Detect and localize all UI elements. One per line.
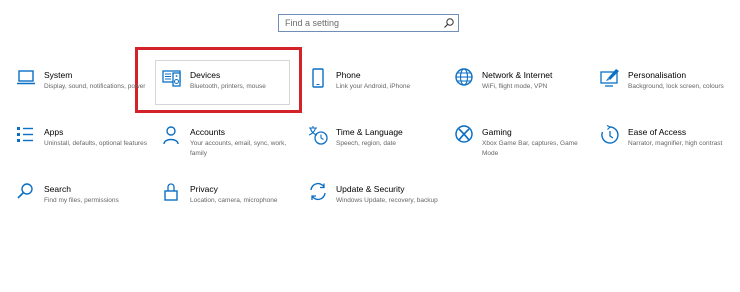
tile-title: Gaming <box>482 127 512 137</box>
update-sync-icon <box>308 182 330 204</box>
tile-title: Network & Internet <box>482 70 553 80</box>
tile-title: Search <box>44 184 71 194</box>
settings-tile-personalisation[interactable]: Personalisation Background, lock screen,… <box>600 68 740 120</box>
tile-title: Apps <box>44 127 64 137</box>
paint-brush-icon <box>600 68 622 90</box>
tile-description: Xbox Game Bar, captures, Game Mode <box>482 140 578 157</box>
search-input[interactable] <box>279 15 439 31</box>
tile-description: Find my files, permissions <box>44 197 119 204</box>
settings-tile-apps[interactable]: Apps Uninstall, defaults, optional featu… <box>16 125 161 177</box>
settings-search-box[interactable] <box>278 14 459 32</box>
apps-list-icon <box>16 125 38 147</box>
keyboard-speaker-icon <box>162 68 184 90</box>
settings-tile-update-security[interactable]: Update & Security Windows Update, recove… <box>308 182 453 234</box>
tile-description: Windows Update, recovery, backup <box>336 197 438 204</box>
settings-tile-search[interactable]: Search Find my files, permissions <box>16 182 161 234</box>
settings-tile-system[interactable]: System Display, sound, notifications, po… <box>16 68 161 120</box>
tile-title: Phone <box>336 70 361 80</box>
tile-description: Bluetooth, printers, mouse <box>190 83 266 90</box>
tile-title: Update & Security <box>336 184 405 194</box>
tile-title: Time & Language <box>336 127 403 137</box>
settings-tile-time-language[interactable]: Time & Language Speech, region, date <box>308 125 453 177</box>
phone-icon <box>308 68 330 90</box>
tile-description: Background, lock screen, colours <box>628 83 724 90</box>
time-language-icon <box>308 125 330 147</box>
ease-of-access-icon <box>600 125 622 147</box>
tile-title: Accounts <box>190 127 225 137</box>
settings-tile-privacy[interactable]: Privacy Location, camera, microphone <box>162 182 307 234</box>
settings-tile-network[interactable]: Network & Internet WiFi, flight mode, VP… <box>454 68 599 120</box>
xbox-icon <box>454 125 476 147</box>
magnifier-icon <box>16 182 38 204</box>
tile-title: System <box>44 70 73 80</box>
tile-description: Link your Android, iPhone <box>336 83 411 90</box>
search-icon[interactable] <box>443 17 455 29</box>
tile-description: Location, camera, microphone <box>190 197 278 204</box>
tile-description: Display, sound, notifications, power <box>44 83 146 90</box>
tile-title: Devices <box>190 70 221 80</box>
person-icon <box>162 125 184 147</box>
tile-description: Speech, region, date <box>336 140 396 147</box>
tile-description: WiFi, flight mode, VPN <box>482 83 548 90</box>
tile-description: Uninstall, defaults, optional features <box>44 140 147 147</box>
settings-tile-phone[interactable]: Phone Link your Android, iPhone <box>308 68 453 120</box>
tile-description: Narrator, magnifier, high contrast <box>628 140 723 147</box>
lock-icon <box>162 182 184 204</box>
tile-title: Privacy <box>190 184 218 194</box>
tile-title: Ease of Access <box>628 127 687 137</box>
globe-icon <box>454 68 476 90</box>
tile-title: Personalisation <box>628 70 687 80</box>
settings-tile-ease-of-access[interactable]: Ease of Access Narrator, magnifier, high… <box>600 125 740 177</box>
laptop-icon <box>16 68 38 90</box>
tile-description: Your accounts, email, sync, work, family <box>190 140 287 157</box>
settings-tile-gaming[interactable]: Gaming Xbox Game Bar, captures, Game Mod… <box>454 125 599 177</box>
settings-tile-devices[interactable]: Devices Bluetooth, printers, mouse <box>162 68 307 120</box>
settings-tile-accounts[interactable]: Accounts Your accounts, email, sync, wor… <box>162 125 307 177</box>
